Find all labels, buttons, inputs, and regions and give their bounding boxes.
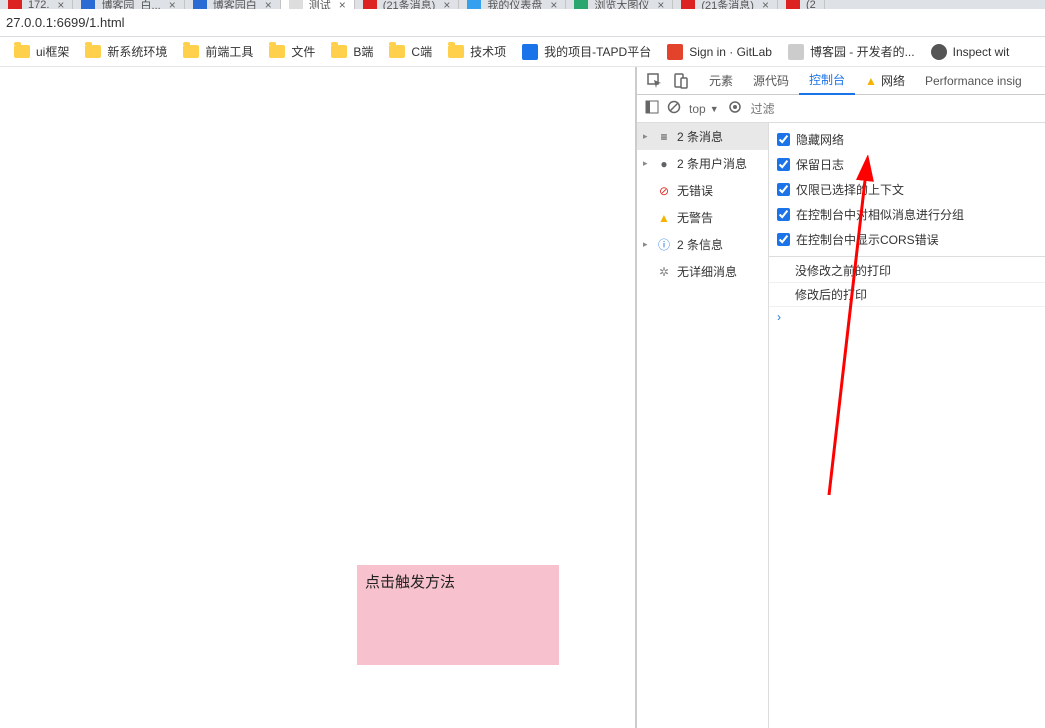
sidebar-item-user-messages[interactable]: ▸●2 条用户消息 <box>637 150 768 177</box>
bookmark-folder[interactable]: 新系统环境 <box>79 39 173 64</box>
tab-network[interactable]: ▲网络 <box>855 67 915 95</box>
browser-tab-active[interactable]: 测试× <box>281 0 355 9</box>
bookmark-link[interactable]: 我的项目-TAPD平台 <box>516 39 657 64</box>
page-viewport: 点击触发方法 <box>0 67 637 728</box>
browser-tab[interactable]: (2 <box>778 0 825 9</box>
console-output: 没修改之前的打印 修改后的打印 › <box>769 257 1045 329</box>
chevron-right-icon: ▸ <box>643 131 651 142</box>
browser-tab[interactable]: 博客园白× <box>185 0 281 9</box>
tab-elements[interactable]: 元素 <box>699 67 743 95</box>
close-icon[interactable]: × <box>443 0 450 9</box>
browser-tab[interactable]: 浏览大图仪× <box>566 0 673 9</box>
console-log-line[interactable]: 修改后的打印 <box>769 283 1045 307</box>
inspect-element-icon[interactable] <box>647 73 663 89</box>
console-main: 隐藏网络 保留日志 仅限已选择的上下文 在控制台中对相似消息进行分组 在控制台中… <box>769 123 1045 728</box>
info-icon: ⓘ <box>657 236 671 253</box>
live-expression-icon[interactable] <box>727 101 743 116</box>
bookmark-link[interactable]: 博客园 - 开发者的... <box>782 39 921 64</box>
context-selector[interactable]: top▼ <box>689 102 719 116</box>
chevron-right-icon: ▸ <box>643 158 651 169</box>
user-icon: ● <box>657 157 671 171</box>
chevron-right-icon: ▸ <box>643 239 651 250</box>
close-icon[interactable]: × <box>762 0 769 9</box>
cnblogs-icon <box>788 44 804 60</box>
opt-selected-context[interactable]: 仅限已选择的上下文 <box>777 177 1037 202</box>
browser-tab-strip: 172.× 博客园_白...× 博客园白× 测试× (21条消息)× 我的仪表盘… <box>0 0 1045 9</box>
browser-tab[interactable]: 172.× <box>0 0 73 9</box>
filter-input[interactable] <box>751 102 1037 116</box>
url-text[interactable]: 27.0.0.1:6699/1.html <box>4 15 125 30</box>
devtools-tabs: 元素 源代码 控制台 ▲网络 Performance insig <box>637 67 1045 95</box>
console-sidebar: ▸≡2 条消息 ▸●2 条用户消息 ⊘无错误 ▲无警告 ▸ⓘ2 条信息 ✲无详细… <box>637 123 769 728</box>
warning-icon: ▲ <box>657 211 671 225</box>
checkbox[interactable] <box>777 158 790 171</box>
opt-preserve-log[interactable]: 保留日志 <box>777 152 1037 177</box>
console-log-line[interactable]: 没修改之前的打印 <box>769 259 1045 283</box>
sidebar-item-messages[interactable]: ▸≡2 条消息 <box>637 123 768 150</box>
list-icon: ≡ <box>657 130 671 144</box>
gear-icon: ✲ <box>657 265 671 279</box>
close-icon[interactable]: × <box>169 0 176 9</box>
bookmark-link[interactable]: Sign in · GitLab <box>661 40 778 64</box>
bookmark-folder[interactable]: 技术项 <box>442 39 512 64</box>
sidebar-toggle-icon[interactable] <box>645 100 659 117</box>
checkbox[interactable] <box>777 233 790 246</box>
sidebar-item-errors[interactable]: ⊘无错误 <box>637 177 768 204</box>
gitlab-icon <box>667 44 683 60</box>
checkbox[interactable] <box>777 133 790 146</box>
error-icon: ⊘ <box>657 184 671 198</box>
close-icon[interactable]: × <box>57 0 64 9</box>
opt-group-similar[interactable]: 在控制台中对相似消息进行分组 <box>777 202 1037 227</box>
folder-icon <box>331 45 347 58</box>
sidebar-item-info[interactable]: ▸ⓘ2 条信息 <box>637 231 768 258</box>
close-icon[interactable]: × <box>339 0 346 9</box>
browser-tab[interactable]: 我的仪表盘× <box>459 0 566 9</box>
warning-icon: ▲ <box>865 74 877 88</box>
address-bar[interactable]: 27.0.0.1:6699/1.html <box>0 9 1045 37</box>
sidebar-item-verbose[interactable]: ✲无详细消息 <box>637 258 768 285</box>
browser-tab[interactable]: 博客园_白...× <box>73 0 184 9</box>
tab-sources[interactable]: 源代码 <box>743 67 799 95</box>
bookmark-folder[interactable]: 前端工具 <box>177 39 259 64</box>
sidebar-item-warnings[interactable]: ▲无警告 <box>637 204 768 231</box>
clear-console-icon[interactable] <box>667 100 681 117</box>
tab-performance[interactable]: Performance insig <box>915 67 1032 95</box>
inspect-icon <box>931 44 947 60</box>
folder-icon <box>85 45 101 58</box>
devtools-panel: 元素 源代码 控制台 ▲网络 Performance insig top▼ ▸ ≡… <box>637 67 1045 728</box>
tapd-icon <box>522 44 538 60</box>
checkbox[interactable] <box>777 208 790 221</box>
close-icon[interactable]: × <box>657 0 664 9</box>
console-settings: 隐藏网络 保留日志 仅限已选择的上下文 在控制台中对相似消息进行分组 在控制台中… <box>769 123 1045 257</box>
bookmarks-bar: ui框架 新系统环境 前端工具 文件 B端 C端 技术项 我的项目-TAPD平台… <box>0 37 1045 67</box>
close-icon[interactable]: × <box>265 0 272 9</box>
folder-icon <box>269 45 285 58</box>
browser-tab[interactable]: (21条消息)× <box>355 0 460 9</box>
console-filter-bar: top▼ <box>637 95 1045 123</box>
opt-hide-network[interactable]: 隐藏网络 <box>777 127 1037 152</box>
folder-icon <box>183 45 199 58</box>
device-toggle-icon[interactable] <box>673 73 689 89</box>
bookmark-folder[interactable]: 文件 <box>263 39 321 64</box>
folder-icon <box>389 45 405 58</box>
folder-icon <box>448 45 464 58</box>
opt-show-cors[interactable]: 在控制台中显示CORS错误 <box>777 227 1037 252</box>
console-prompt[interactable]: › <box>769 307 1045 327</box>
bookmark-folder[interactable]: C端 <box>383 39 438 64</box>
checkbox[interactable] <box>777 183 790 196</box>
trigger-box[interactable]: 点击触发方法 <box>357 565 559 665</box>
tab-console[interactable]: 控制台 <box>799 67 855 95</box>
folder-icon <box>14 45 30 58</box>
bookmark-folder[interactable]: ui框架 <box>8 39 75 64</box>
browser-tab[interactable]: (21条消息)× <box>673 0 778 9</box>
bookmark-link[interactable]: Inspect wit <box>925 40 1016 64</box>
close-icon[interactable]: × <box>550 0 557 9</box>
bookmark-folder[interactable]: B端 <box>325 39 379 64</box>
